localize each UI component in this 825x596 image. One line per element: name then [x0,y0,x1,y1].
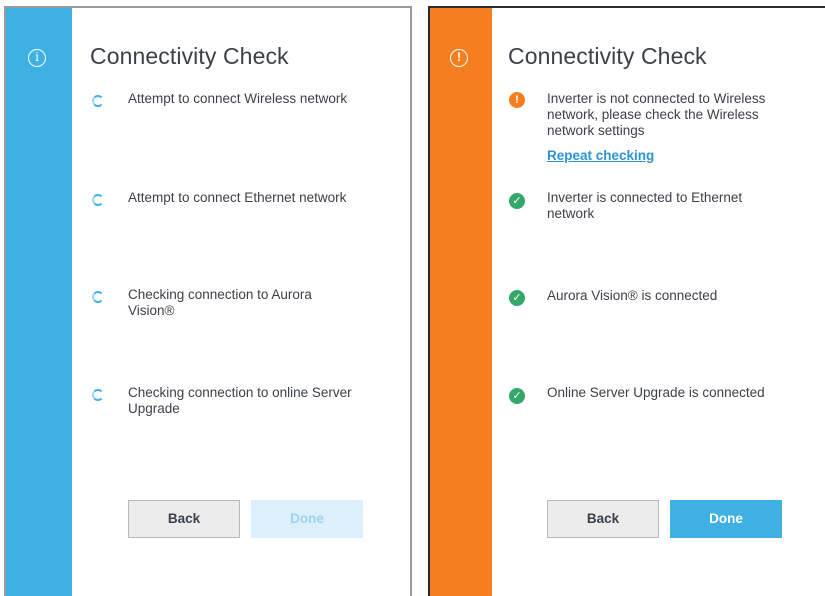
loading-spinner-icon [92,389,104,401]
check-item-text: Aurora Vision® is connected [547,288,718,303]
loading-spinner-icon [92,194,104,206]
done-button-disabled: Done [251,500,363,538]
check-icon: ✓ [509,193,525,209]
loading-spinner-icon [92,95,104,107]
check-item-text: Checking connection to online Server Upg… [128,385,352,416]
check-item-text: Online Server Upgrade is connected [547,385,765,400]
error-icon: ! [509,92,525,108]
repeat-checking-link[interactable]: Repeat checking [547,148,654,163]
info-icon: i [28,49,46,67]
connectivity-panel-result: ! Connectivity Check ! Inverter is not c… [428,6,825,596]
check-item-text: Inverter is connected to Ethernet networ… [547,190,743,221]
check-item-text: Attempt to connect Ethernet network [128,190,347,205]
check-icon: ✓ [509,388,525,404]
connectivity-panel-checking: i Connectivity Check Attempt to connect … [4,6,412,596]
back-button[interactable]: Back [547,500,659,538]
back-button[interactable]: Back [128,500,240,538]
loading-spinner-icon [92,291,104,303]
check-item-text: Checking connection to Aurora Vision® [128,287,312,318]
done-button[interactable]: Done [670,500,782,538]
check-icon: ✓ [509,290,525,306]
status-strip: i [6,8,72,596]
repeat-link-wrapper: Repeat checking [547,148,654,164]
page-title: Connectivity Check [90,43,289,69]
status-strip: ! [430,8,492,596]
check-item-text: Attempt to connect Wireless network [128,91,348,106]
check-item-text: Inverter is not connected to Wireless ne… [547,91,766,138]
page-title: Connectivity Check [508,43,707,69]
warning-icon: ! [450,49,468,67]
